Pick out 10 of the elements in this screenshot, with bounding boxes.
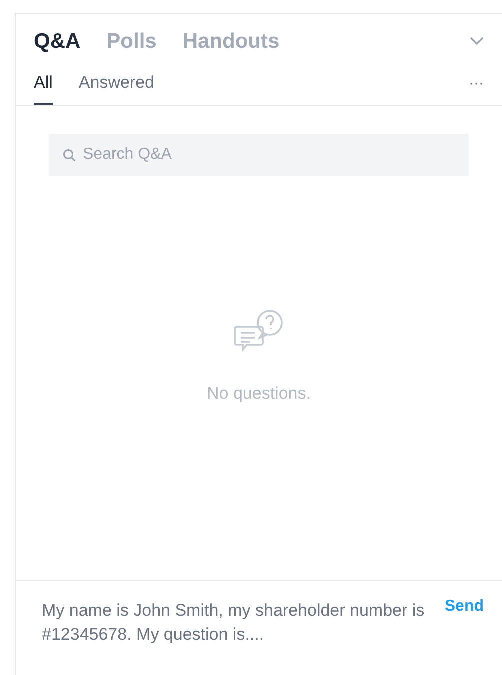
tab[interactable]: Q&A: [34, 26, 81, 58]
question-input[interactable]: My name is John Smith, my shareholder number is #12345678. My question is....: [42, 599, 433, 647]
more-options-button[interactable]: ···: [469, 72, 484, 105]
filter-tab[interactable]: Answered: [78, 70, 155, 105]
chevron-down-icon[interactable]: [470, 37, 484, 46]
filter-tab[interactable]: All: [34, 70, 53, 105]
empty-message: No questions.: [207, 383, 311, 406]
send-button[interactable]: Send: [444, 595, 484, 619]
search-icon: [63, 149, 76, 162]
search-field[interactable]: Search Q&A: [49, 134, 469, 176]
